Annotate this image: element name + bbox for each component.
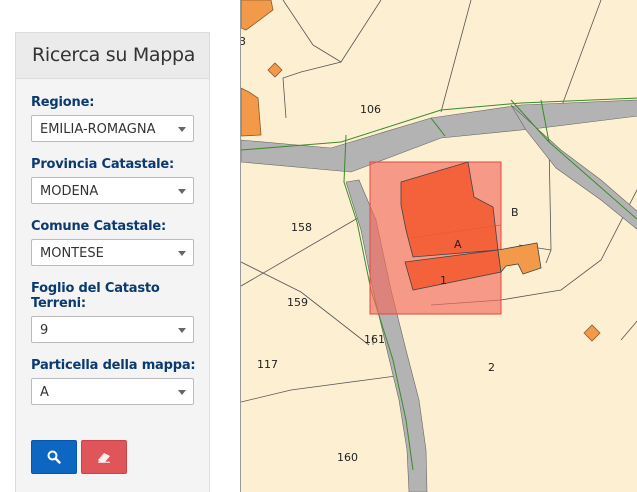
parcel-label-2: 2 [488,361,495,374]
particella-label: Particella della mappa: [31,358,196,373]
panel-body: Regione: EMILIA-ROMAGNA Provincia Catast… [16,95,209,474]
search-icon [47,450,61,464]
comune-select[interactable]: MONTESE [31,239,194,266]
chevron-down-icon [178,127,186,132]
parcel-label-1: 1 [440,274,447,287]
parcel-label-158: 158 [291,221,312,234]
foglio-value: 9 [40,323,49,338]
search-panel: Ricerca su Mappa Regione: EMILIA-ROMAGNA… [15,32,210,492]
parcel-label-3: 3 [241,35,246,48]
regione-value: EMILIA-ROMAGNA [40,122,156,137]
button-row [31,440,209,474]
parcel-label-a: A [454,238,462,251]
regione-label: Regione: [31,95,95,110]
parcel-label-160: 160 [337,451,358,464]
chevron-down-icon [178,189,186,194]
provincia-label: Provincia Catastale: [31,157,175,172]
chevron-down-icon [178,251,186,256]
eraser-icon [98,453,110,463]
particella-value: A [40,385,49,400]
chevron-down-icon [178,328,186,333]
provincia-select[interactable]: MODENA [31,177,194,204]
parcel-label-161: 161 [364,333,385,346]
search-button[interactable] [31,440,77,474]
panel-header: Ricerca su Mappa [16,33,209,79]
cadastral-map[interactable]: 3 106 158 159 161 117 2 160 A B 1 [240,0,637,492]
provincia-value: MODENA [40,184,99,199]
clear-button[interactable] [81,440,127,474]
foglio-select[interactable]: 9 [31,316,194,343]
parcel-label-106: 106 [360,103,381,116]
comune-label: Comune Catastale: [31,219,166,234]
parcel-label-159: 159 [287,296,308,309]
particella-select[interactable]: A [31,378,194,405]
regione-select[interactable]: EMILIA-ROMAGNA [31,115,194,142]
parcel-label-117: 117 [257,358,278,371]
chevron-down-icon [178,390,186,395]
map-canvas[interactable]: 3 106 158 159 161 117 2 160 A B 1 [241,0,637,492]
foglio-label: Foglio del Catasto Terreni: [31,281,160,311]
parcel-label-b: B [511,206,519,219]
panel-title: Ricerca su Mappa [32,44,196,66]
comune-value: MONTESE [40,246,104,261]
